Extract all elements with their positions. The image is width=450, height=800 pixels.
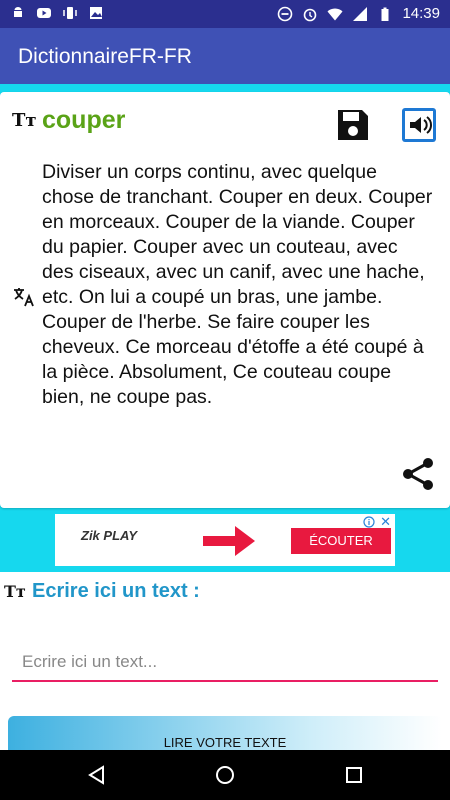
share-icon[interactable] <box>400 456 436 492</box>
app-title: DictionnaireFR-FR <box>18 45 192 68</box>
minus-circle-icon <box>278 6 293 21</box>
android-icon <box>14 7 22 17</box>
info-icon[interactable] <box>363 516 375 528</box>
arrow-right-icon <box>203 526 255 556</box>
wifi-icon <box>327 8 343 20</box>
speaker-icon <box>405 111 433 139</box>
home-icon[interactable] <box>214 764 236 786</box>
definition-card: Tт couper Diviser un corps continu, avec… <box>0 92 450 508</box>
vibrate-icon <box>63 7 77 19</box>
youtube-icon <box>37 8 51 18</box>
navigation-bar <box>0 750 450 800</box>
composer-label: Ecrire ici un text : <box>32 580 200 602</box>
definition-text: Diviser un corps continu, avec quelque c… <box>42 161 433 408</box>
alarm-icon <box>304 8 317 21</box>
ad-listen-button[interactable]: ÉCOUTER <box>291 528 391 554</box>
battery-icon <box>381 7 389 21</box>
back-icon[interactable] <box>86 764 108 786</box>
image-icon <box>90 7 102 19</box>
text-size-icon[interactable]: Tт <box>12 110 37 131</box>
translate-icon[interactable] <box>12 285 36 309</box>
app-bar: DictionnaireFR-FR <box>0 28 450 84</box>
text-input[interactable] <box>12 644 438 682</box>
signal-icon <box>353 6 368 21</box>
save-icon[interactable] <box>336 108 370 142</box>
text-size-icon-2[interactable]: Tт <box>4 582 26 601</box>
recents-icon[interactable] <box>343 764 365 786</box>
status-bar: 14:39 <box>0 0 450 28</box>
speak-button[interactable] <box>402 108 436 142</box>
text-composer: Tт Ecrire ici un text : LIRE VOTRE TEXTE <box>0 572 450 756</box>
entry-word: couper <box>42 106 126 134</box>
ad-close-icon[interactable]: ✕ <box>380 514 391 530</box>
ad-logo: Zik PLAY <box>81 528 138 543</box>
clock: 14:39 <box>402 5 440 22</box>
ad-banner[interactable]: Zik PLAY ÉCOUTER ✕ <box>55 514 395 566</box>
